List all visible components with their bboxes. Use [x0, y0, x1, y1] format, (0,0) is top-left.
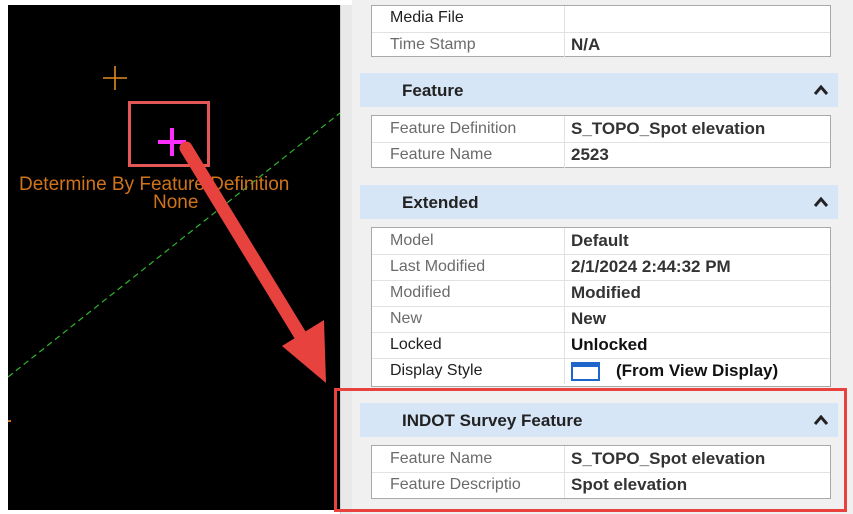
prop-label: Media File — [390, 9, 464, 26]
cad-viewport[interactable]: Determine By Feature Definition None — [8, 5, 340, 510]
prop-value: New — [571, 309, 606, 328]
feature-properties: Feature Definition S_TOPO_Spot elevation… — [371, 115, 831, 168]
prop-row[interactable]: Last Modified 2/1/2024 2:44:32 PM — [372, 254, 830, 281]
viewport-graphics — [8, 66, 340, 422]
prop-label: New — [390, 310, 423, 327]
prop-row[interactable]: Media File — [372, 6, 830, 33]
point-marker-orange — [103, 66, 127, 90]
chevron-up-icon[interactable] — [814, 197, 828, 207]
prop-value: N/A — [571, 35, 601, 54]
prop-label: Modified — [390, 284, 451, 301]
prop-row[interactable]: Model Default — [372, 228, 830, 255]
prop-row[interactable]: Feature Name 2523 — [372, 142, 830, 168]
annotation-marker-box — [128, 101, 210, 167]
prop-value: (From View Display) — [616, 361, 779, 380]
prop-value: Unlocked — [571, 335, 648, 354]
none-label: None — [153, 192, 199, 213]
section-header-feature[interactable]: Feature — [360, 73, 838, 107]
prop-row[interactable]: Locked Unlocked — [372, 332, 830, 359]
prop-label: Time Stamp — [390, 36, 476, 53]
prop-value: Default — [571, 231, 629, 250]
prop-label: Last Modified — [390, 258, 486, 275]
prop-label: Feature Definition — [390, 120, 517, 137]
prop-row[interactable]: Feature Definition S_TOPO_Spot elevation — [372, 116, 830, 143]
prop-value: 2/1/2024 2:44:32 PM — [571, 257, 731, 276]
prop-label: Model — [390, 232, 434, 249]
prop-value: Modified — [571, 283, 641, 302]
prop-label: Locked — [390, 336, 442, 353]
prop-row[interactable]: Modified Modified — [372, 280, 830, 307]
section-title: Extended — [402, 193, 479, 212]
top-properties: Media File Time Stamp N/A — [371, 5, 831, 58]
window-icon — [571, 362, 600, 381]
prop-label: Feature Name — [390, 146, 493, 163]
section-header-extended[interactable]: Extended — [360, 185, 838, 219]
section-title: Feature — [402, 81, 464, 100]
prop-row[interactable]: Display Style (From View Display) — [372, 358, 830, 384]
extended-properties: Model Default Last Modified 2/1/2024 2:4… — [371, 227, 831, 387]
prop-row[interactable]: Time Stamp N/A — [372, 32, 830, 58]
annotation-highlight-box — [334, 388, 847, 512]
prop-value: S_TOPO_Spot elevation — [571, 119, 766, 138]
chevron-up-icon[interactable] — [814, 85, 828, 95]
prop-row[interactable]: New New — [372, 306, 830, 333]
prop-value: 2523 — [571, 145, 609, 164]
prop-label: Display Style — [390, 362, 483, 379]
